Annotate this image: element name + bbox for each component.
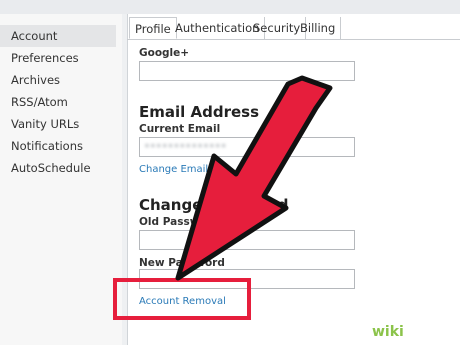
watermark-prefix: wiki bbox=[372, 324, 404, 340]
watermark: wikiHow bbox=[372, 324, 438, 340]
watermark-suffix: How bbox=[403, 324, 439, 340]
red-arrow-icon bbox=[175, 75, 333, 281]
